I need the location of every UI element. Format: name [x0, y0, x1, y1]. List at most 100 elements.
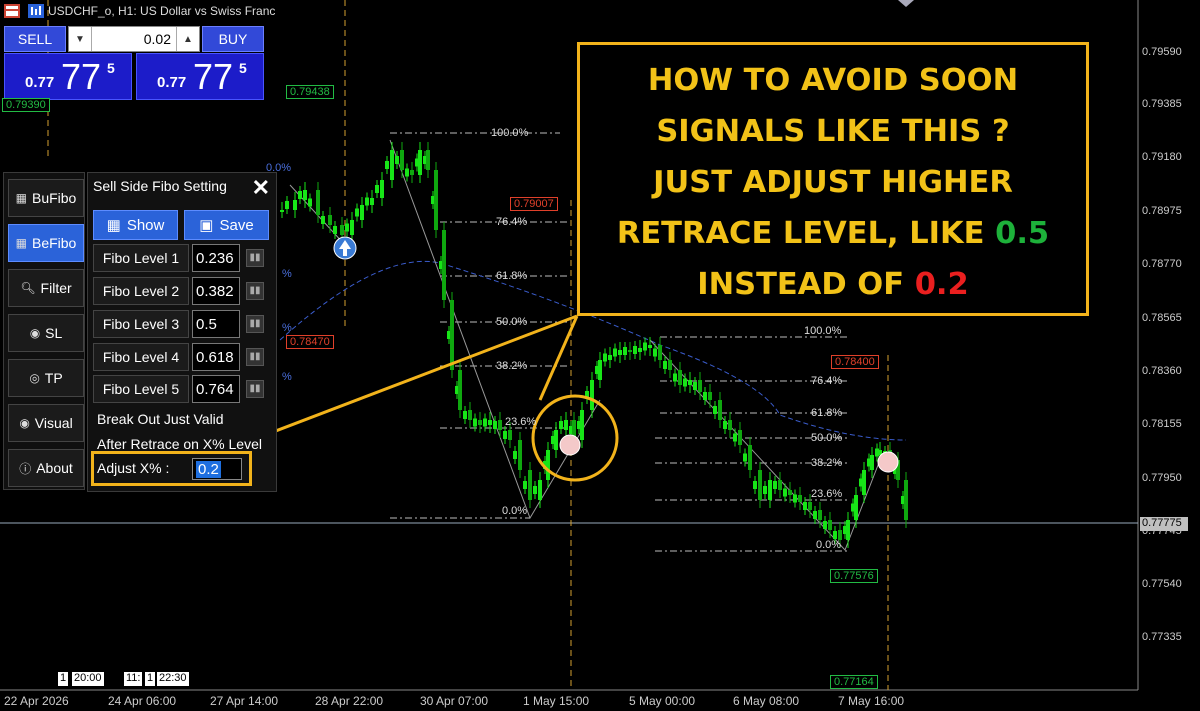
candle-body: [380, 180, 384, 198]
candle-body: [793, 494, 797, 503]
price-label: 0.78770: [1142, 258, 1182, 270]
fibo-level-input[interactable]: 0.236: [192, 244, 240, 272]
candle-body: [538, 480, 542, 500]
fibo-level-row: Fibo Level 5 0.764 ▮▮: [93, 375, 273, 403]
show-button[interactable]: ▦ Show: [93, 210, 178, 240]
fib-level-text: 76.4%: [496, 216, 528, 228]
sell-signal-icon: [877, 451, 899, 473]
filter-label: Filter: [40, 280, 72, 296]
candle-body: [693, 382, 697, 390]
about-button[interactable]: ⓘ About: [8, 449, 84, 487]
filter-button[interactable]: 🔍︎ Filter: [8, 269, 84, 307]
buy-quote[interactable]: 0.77 77 5: [136, 53, 264, 100]
session-clock-tag: 1: [145, 672, 156, 686]
fibo-settings-title: Sell Side Fibo Setting: [93, 178, 227, 194]
candle-body: [355, 208, 359, 217]
callout-line-text: INSTEAD OF: [697, 267, 915, 302]
candle-body: [778, 480, 782, 490]
buy-button[interactable]: BUY: [202, 26, 264, 52]
fibo-level-row: Fibo Level 2 0.382 ▮▮: [93, 277, 273, 305]
target-icon: ◎: [29, 371, 40, 385]
eye-icon: ◉: [19, 416, 30, 430]
chart-icon: ▦: [15, 236, 27, 250]
level-chart-icon[interactable]: ▮▮: [246, 282, 264, 300]
lot-increase-icon[interactable]: ▲: [176, 27, 199, 51]
visual-button[interactable]: ◉ Visual: [8, 404, 84, 442]
fibo-level-label[interactable]: Fibo Level 5: [93, 375, 189, 403]
zigzag-line: [389, 139, 601, 520]
befibo-label: BeFibo: [31, 235, 77, 251]
candle-body: [698, 380, 702, 392]
candle-body: [603, 353, 607, 362]
befibo-button[interactable]: ▦ BeFibo: [8, 224, 84, 262]
close-icon[interactable]: ✕: [252, 175, 270, 201]
candle-body: [340, 225, 344, 235]
level-chart-icon[interactable]: ▮▮: [246, 380, 264, 398]
lot-size-value[interactable]: 0.02: [144, 31, 171, 47]
price-tag: 0.78470: [286, 335, 334, 349]
info-icon: ⓘ: [19, 461, 32, 476]
save-button[interactable]: ▣ Save: [184, 210, 269, 240]
sell-quote[interactable]: 0.77 77 5: [4, 53, 132, 100]
chart-title: USDCHF_o, H1: US Dollar vs Swiss Franc: [48, 4, 276, 18]
lot-size-stepper[interactable]: ▼ 0.02 ▲: [68, 26, 200, 52]
candle-body: [703, 392, 707, 400]
zigzag-line: [649, 339, 881, 551]
candle-body: [768, 480, 772, 500]
fibo-level-label[interactable]: Fibo Level 1: [93, 244, 189, 272]
breakout-info-line2: After Retrace on X% Level: [97, 436, 262, 452]
candle-body: [418, 150, 422, 175]
candle-body: [333, 226, 337, 234]
fib-level-text: 100.0%: [804, 325, 842, 337]
fib-level-text: 23.6%: [505, 416, 537, 428]
callout-bad-value: 0.2: [914, 267, 969, 302]
candle-body: [554, 430, 558, 450]
fibo-level-input[interactable]: 0.382: [192, 277, 240, 305]
fibo-level-input[interactable]: 0.764: [192, 375, 240, 403]
fibo-level-input[interactable]: 0.5: [192, 310, 240, 338]
breakout-info-line1: Break Out Just Valid: [97, 411, 224, 427]
candle-body: [468, 410, 472, 420]
candle-body: [513, 451, 517, 459]
lot-decrease-icon[interactable]: ▼: [69, 27, 92, 51]
fib-level-text: %: [282, 371, 292, 383]
fibo-level-label[interactable]: Fibo Level 4: [93, 343, 189, 371]
price-label: 0.77335: [1142, 631, 1182, 643]
tp-label: TP: [44, 370, 63, 386]
price-label: 0.79590: [1142, 46, 1182, 58]
fibo-level-label[interactable]: Fibo Level 3: [93, 310, 189, 338]
level-chart-icon[interactable]: ▮▮: [246, 249, 264, 267]
level-chart-icon[interactable]: ▮▮: [246, 315, 264, 333]
level-chart-icon[interactable]: ▮▮: [246, 348, 264, 366]
candle-body: [678, 370, 682, 385]
candle-body: [658, 345, 662, 360]
candle-body: [628, 350, 632, 352]
candle-body: [904, 480, 908, 520]
time-label: 5 May 00:00: [629, 694, 696, 708]
candle-body: [728, 420, 732, 430]
tp-button[interactable]: ◎ TP: [8, 359, 84, 397]
bufibo-button[interactable]: ▦ BuFibo: [8, 179, 84, 217]
fib-level-text: 23.6%: [811, 488, 843, 500]
market-watch-icon[interactable]: [28, 4, 44, 18]
candle-body: [385, 161, 389, 169]
buy-price-prefix: 0.77: [157, 74, 187, 91]
fibo-level-label[interactable]: Fibo Level 2: [93, 277, 189, 305]
price-label: 0.77540: [1142, 578, 1182, 590]
sl-button[interactable]: ◉ SL: [8, 314, 84, 352]
fib-level-text: %: [282, 268, 292, 280]
candle-body: [608, 355, 612, 360]
sell-button[interactable]: SELL: [4, 26, 66, 52]
callout-line: JUST ADJUST HIGHER: [653, 165, 1013, 200]
callout-line: INSTEAD OF 0.2: [580, 259, 1086, 310]
session-clock-tag: 11:: [124, 672, 143, 686]
fibo-level-input[interactable]: 0.618: [192, 343, 240, 371]
candle-body: [390, 150, 394, 180]
fibo-level-row: Fibo Level 4 0.618 ▮▮: [93, 343, 273, 371]
time-label: 27 Apr 14:00: [210, 694, 279, 708]
candle-body: [533, 486, 537, 494]
candle-body: [748, 445, 752, 470]
price-label: 0.78155: [1142, 418, 1182, 430]
candle-body: [846, 520, 850, 540]
price-tag: 0.77164: [830, 675, 878, 689]
